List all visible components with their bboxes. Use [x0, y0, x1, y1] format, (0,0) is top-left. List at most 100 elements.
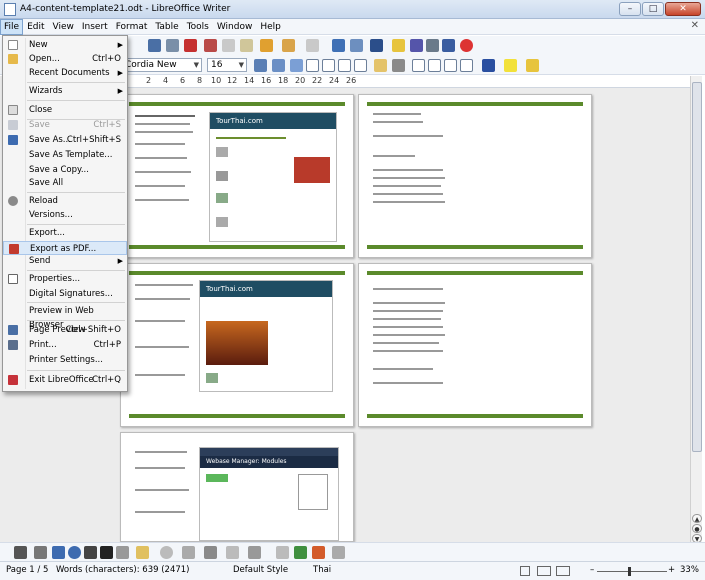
menu-format[interactable]: Format: [112, 20, 152, 34]
paste-icon[interactable]: [240, 39, 253, 52]
data-sources-icon[interactable]: [426, 39, 439, 52]
menu-save-a-copy[interactable]: Save a Copy...: [3, 163, 127, 177]
single-page-view-icon[interactable]: [520, 566, 530, 576]
extrusion-icon[interactable]: [332, 546, 345, 559]
ellipse-tool-icon[interactable]: [68, 546, 81, 559]
bold-icon[interactable]: [254, 59, 267, 72]
menu-save-as-template[interactable]: Save As Template...: [3, 148, 127, 162]
page-thumbnail-3[interactable]: TourThai.com: [120, 263, 354, 427]
rectangle-tool-icon[interactable]: [52, 546, 65, 559]
close-document-icon[interactable]: ✕: [691, 20, 699, 31]
text-tool-icon[interactable]: [100, 546, 113, 559]
menu-new[interactable]: New ▶: [3, 38, 127, 52]
rtl-icon[interactable]: [392, 59, 405, 72]
show-draw-functions-icon[interactable]: [370, 39, 383, 52]
ltr-icon[interactable]: [374, 59, 387, 72]
menu-open[interactable]: Open... Ctrl+O: [3, 52, 127, 66]
menu-exit[interactable]: Exit LibreOffice Ctrl+Q: [3, 373, 127, 387]
menu-file[interactable]: File: [0, 18, 24, 35]
menu-export[interactable]: Export...: [3, 226, 127, 240]
page-indicator[interactable]: Page 1 / 5: [6, 562, 48, 579]
undo-icon[interactable]: [282, 39, 295, 52]
menu-printer-settings[interactable]: Printer Settings...: [3, 353, 127, 367]
maximize-button[interactable]: □: [642, 2, 664, 16]
menu-wizards[interactable]: Wizards ▶: [3, 84, 127, 98]
bullets-icon[interactable]: [428, 59, 441, 72]
menu-save-all[interactable]: Save All: [3, 176, 127, 190]
callouts-icon[interactable]: [226, 546, 239, 559]
numbering-icon[interactable]: [412, 59, 425, 72]
book-view-icon[interactable]: [556, 566, 570, 576]
zoom-out-icon[interactable]: –: [590, 562, 594, 579]
help-icon[interactable]: [460, 39, 473, 52]
page-thumbnail-4[interactable]: [358, 263, 592, 427]
horizontal-ruler[interactable]: 2 4 6 8 10 12 14 16 18 20 22 24 26: [118, 76, 698, 88]
page-style[interactable]: Default Style: [233, 562, 288, 579]
menu-digital-signatures[interactable]: Digital Signatures...: [3, 287, 127, 301]
navigator-icon[interactable]: [392, 39, 405, 52]
menu-close[interactable]: Close: [3, 103, 127, 117]
flowchart-icon[interactable]: [204, 546, 217, 559]
redo-icon[interactable]: [306, 39, 319, 52]
gallery-icon[interactable]: [410, 39, 423, 52]
table-icon[interactable]: [350, 39, 363, 52]
menu-window[interactable]: Window: [213, 20, 257, 34]
menu-preview-web-browser[interactable]: Preview in Web Browser: [3, 304, 127, 330]
print-preview-icon[interactable]: [166, 39, 179, 52]
symbol-shapes-icon[interactable]: [160, 546, 173, 559]
word-count[interactable]: Words (characters): 639 (2471): [56, 562, 190, 579]
select-arrow-icon[interactable]: [14, 546, 27, 559]
menu-insert[interactable]: Insert: [78, 20, 112, 34]
font-name-box[interactable]: Cordia New ▼: [120, 58, 202, 72]
language[interactable]: Thai: [313, 562, 331, 579]
line-tool-icon[interactable]: [34, 546, 47, 559]
zoom-slider-handle[interactable]: [628, 567, 631, 576]
zoom-slider[interactable]: [597, 571, 667, 572]
align-center-icon[interactable]: [322, 59, 335, 72]
stars-icon[interactable]: [248, 546, 261, 559]
menu-page-preview[interactable]: Page Preview Ctrl+Shift+O: [3, 323, 127, 337]
zoom-percent[interactable]: 33%: [680, 562, 699, 579]
callout-tool-icon[interactable]: [116, 546, 129, 559]
minimize-button[interactable]: –: [619, 2, 641, 16]
basic-shapes-icon[interactable]: [136, 546, 149, 559]
menu-tools[interactable]: Tools: [183, 20, 213, 34]
font-size-box[interactable]: 16 ▼: [207, 58, 247, 72]
menu-properties[interactable]: Properties...: [3, 272, 127, 286]
align-right-icon[interactable]: [338, 59, 351, 72]
block-arrows-icon[interactable]: [182, 546, 195, 559]
justify-icon[interactable]: [354, 59, 367, 72]
spellcheck-icon[interactable]: [184, 39, 197, 52]
menu-help[interactable]: Help: [256, 20, 285, 34]
highlighting-icon[interactable]: [504, 59, 517, 72]
menu-reload[interactable]: Reload: [3, 194, 127, 208]
page-thumbnail-1[interactable]: TourThai.com: [120, 94, 354, 258]
menu-export-as-pdf[interactable]: Export as PDF...: [3, 241, 127, 255]
close-window-button[interactable]: ✕: [665, 2, 701, 16]
points-icon[interactable]: [276, 546, 289, 559]
from-file-icon[interactable]: [294, 546, 307, 559]
page-thumbnail-2[interactable]: [358, 94, 592, 258]
underline-icon[interactable]: [290, 59, 303, 72]
menu-save[interactable]: Save Ctrl+S: [3, 118, 127, 132]
italic-icon[interactable]: [272, 59, 285, 72]
navigation-icon[interactable]: ●: [692, 524, 702, 533]
align-left-icon[interactable]: [306, 59, 319, 72]
zoom-in-icon[interactable]: +: [668, 562, 675, 579]
menu-recent-documents[interactable]: Recent Documents ▶: [3, 66, 127, 80]
fontwork-icon[interactable]: [312, 546, 325, 559]
increase-indent-icon[interactable]: [460, 59, 473, 72]
previous-page-icon[interactable]: ▲: [692, 514, 702, 523]
menu-table[interactable]: Table: [151, 20, 182, 34]
page-thumbnail-5[interactable]: Webase Manager: Modules: [120, 432, 354, 542]
menu-view[interactable]: View: [49, 20, 78, 34]
menu-send[interactable]: Send ▶: [3, 254, 127, 268]
print-icon[interactable]: [148, 39, 161, 52]
decrease-indent-icon[interactable]: [444, 59, 457, 72]
formatting-marks-icon[interactable]: [442, 39, 455, 52]
clone-format-icon[interactable]: [260, 39, 273, 52]
polygon-tool-icon[interactable]: [84, 546, 97, 559]
cut-icon[interactable]: [204, 39, 217, 52]
menu-save-as[interactable]: Save As... Ctrl+Shift+S: [3, 133, 127, 147]
menu-print[interactable]: Print... Ctrl+P: [3, 338, 127, 352]
